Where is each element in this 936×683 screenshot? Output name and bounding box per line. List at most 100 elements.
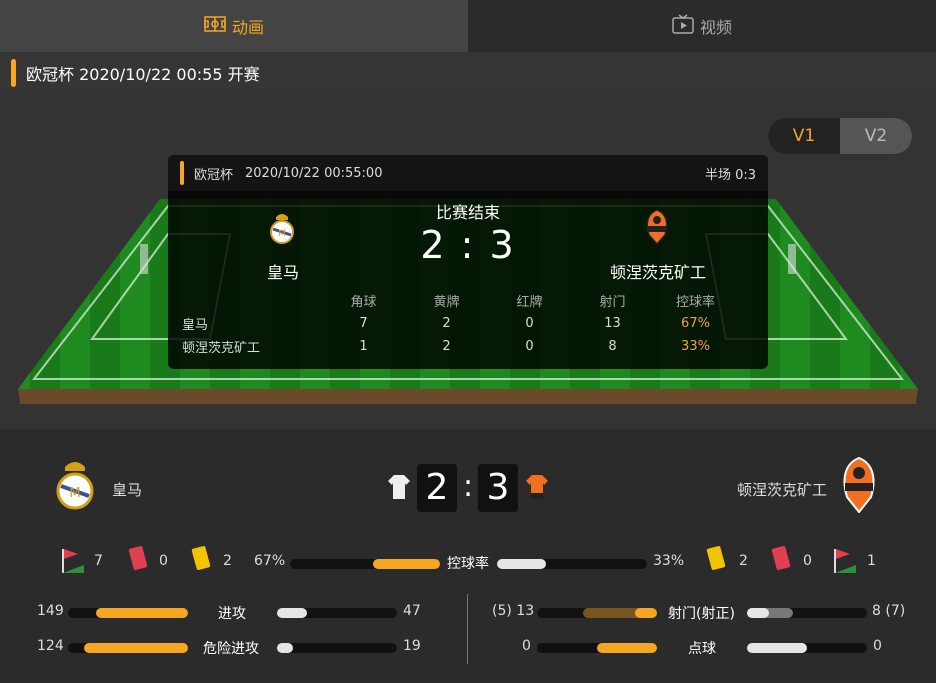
tab-animation[interactable]: 动画 [0,0,468,52]
away-red-cards: 0 [803,553,812,569]
stat-cell: 0 [525,316,534,331]
home-dangerous-attacks: 124 [37,638,64,654]
card-home-name: 皇马 [266,263,299,282]
away-yellow-cards: 2 [739,553,748,569]
home-yellow-cards: 2 [223,553,232,569]
shots-away-bar [747,608,867,618]
tab-video[interactable]: 视频 [468,0,936,52]
real-madrid-crest-icon: M [268,211,296,251]
away-corners: 1 [867,553,876,569]
home-score: 2 [417,464,457,512]
stat-team-name: 顿涅茨克矿工 [182,341,261,356]
attack-away-fill [277,608,307,618]
shots-on-target-home-fill [635,608,657,618]
tab-animation-label: 动画 [231,18,264,37]
danger-away-fill [277,643,293,653]
stat-team-name: 皇马 [182,318,209,333]
penalty-away-bar [747,643,867,653]
stat-cell: 2 [442,339,451,354]
card-datetime: 2020/10/22 00:55:00 [245,165,383,181]
away-jersey-icon [525,473,549,505]
away-possession: 33% [653,553,685,569]
danger-home-fill [84,643,188,653]
possession-away-bar [497,559,647,569]
red-card-icon [770,545,792,577]
tv-icon [672,13,694,39]
possession-label: 控球率 [447,556,489,572]
home-team-name: 皇马 [112,481,143,499]
score-colon: : [463,469,474,504]
home-corners: 7 [94,553,103,569]
away-shots: 8 (7) [872,603,906,619]
card-header: 欧冠杯 2020/10/22 00:55:00 半场 0:3 [168,155,768,191]
stat-cell: 0 [525,339,534,354]
away-team-name: 顿涅茨克矿工 [737,481,828,499]
yellow-card-icon [190,545,212,577]
possession-home-bar [290,559,440,569]
stat-cell: 7 [359,316,368,331]
version-v1-button[interactable]: V1 [768,118,840,154]
away-dangerous-attacks: 19 [403,638,421,654]
stat-header-row: 角球 黄牌 红牌 射门 控球率 [168,289,768,312]
shakhtar-crest-icon [840,456,878,517]
card-league: 欧冠杯 [194,167,234,183]
penalty-home-bar [537,643,657,653]
possession-away-fill [497,559,546,569]
home-attacks: 149 [37,603,64,619]
away-score: 3 [478,464,518,512]
away-penalties: 0 [873,638,882,654]
stat-header: 控球率 [675,295,715,310]
view-tabs: 动画 视频 [0,0,936,52]
stat-cell: 2 [442,316,451,331]
shakhtar-crest-icon [644,209,670,249]
version-switch: V1 V2 [768,118,912,154]
possession-home-fill [372,559,440,569]
attack-away-bar [277,608,397,618]
red-card-icon [127,545,149,577]
penalty-label: 点球 [688,641,716,657]
attack-label: 进攻 [218,606,246,622]
card-away-name: 顿涅茨克矿工 [609,263,706,282]
penalty-away-fill [747,643,807,653]
real-madrid-crest-icon: M [55,457,95,517]
home-red-cards: 0 [159,553,168,569]
stat-cell: 33% [681,339,710,354]
penalty-home-fill [597,643,657,653]
card-score-area: 比赛结束 2 : 3 M 皇马 顿涅茨克矿工 [168,191,768,285]
stat-header: 角球 [350,295,377,310]
home-shots: (5) 13 [492,603,535,619]
pitch-icon [204,15,226,37]
match-stats-panel: M 皇马 顿涅茨克矿工 2 : 3 7 0 2 67% 控球率 33% 2 0 … [0,429,936,683]
shots-label: 射门(射正) [668,606,735,622]
stat-cell: 13 [604,316,621,331]
home-penalties: 0 [522,638,531,654]
card-halftime: 半场 0:3 [704,167,756,183]
corner-flag-icon [832,547,858,579]
stat-cell: 8 [608,339,617,354]
card-stat-table: 角球 黄牌 红牌 射门 控球率 皇马 7 2 0 13 67% 顿涅茨克矿工 1… [168,289,768,358]
match-status: 比赛结束 [435,203,500,222]
home-possession: 67% [254,553,286,569]
version-v2-button[interactable]: V2 [840,118,912,154]
accent-marker [180,161,184,185]
accent-marker [11,59,16,87]
match-info-bar: 欧冠杯 2020/10/22 00:55 开赛 [0,52,936,94]
score-card: 欧冠杯 2020/10/22 00:55:00 半场 0:3 比赛结束 2 : … [168,155,768,369]
yellow-card-icon [705,545,727,577]
divider [467,594,468,664]
attack-home-fill [96,608,188,618]
shots-on-target-away-fill [747,608,769,618]
stat-header: 射门 [599,295,626,310]
danger-home-bar [68,643,188,653]
away-attacks: 47 [403,603,421,619]
attack-home-bar [68,608,188,618]
home-jersey-icon [387,473,411,505]
danger-away-bar [277,643,397,653]
animation-stage: V1 V2 欧冠杯 2020/10/22 00:55:00 半场 0:3 比赛结… [0,94,936,429]
match-info-text: 欧冠杯 2020/10/22 00:55 开赛 [26,65,260,84]
svg-text:M: M [278,229,286,239]
stat-header: 红牌 [516,295,543,310]
corner-flag-icon [60,547,86,579]
tab-video-label: 视频 [699,18,732,37]
shots-home-bar [537,608,657,618]
